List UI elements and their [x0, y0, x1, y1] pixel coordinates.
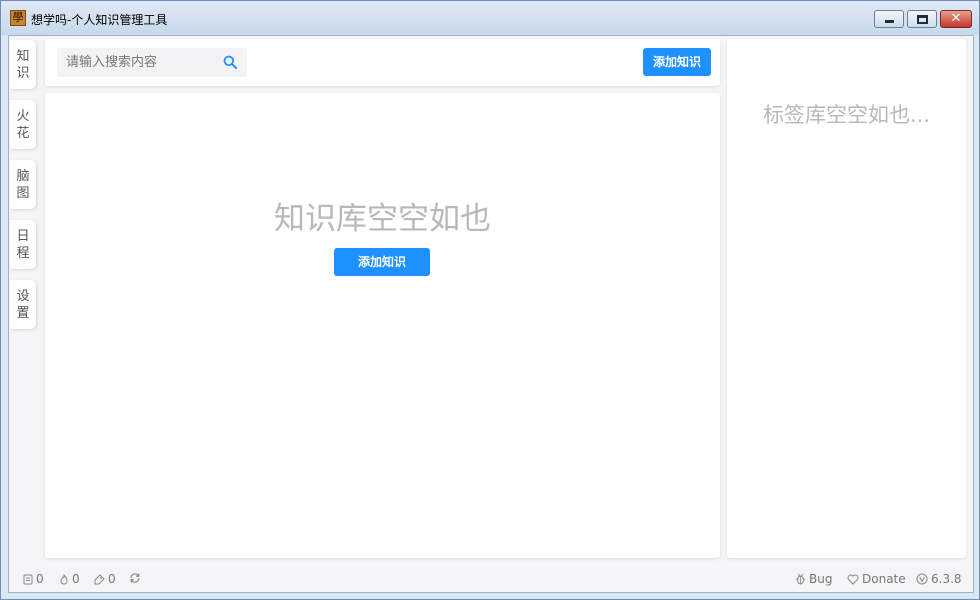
- notes-icon: [23, 574, 33, 584]
- toolbar: 添加知识: [45, 39, 720, 86]
- sync-button[interactable]: [129, 572, 144, 584]
- status-bar: 0 0 0 Bug Donate 6.3.8: [9, 568, 973, 592]
- version-label: 6.3.8: [931, 572, 962, 586]
- tab-schedule[interactable]: 日 程: [10, 220, 36, 269]
- tab-settings-label-2: 置: [16, 305, 30, 321]
- search-input[interactable]: [57, 48, 217, 77]
- search-box: [57, 48, 247, 77]
- close-icon: ✕: [950, 11, 962, 26]
- tags-count: 0: [108, 572, 116, 586]
- title-bar[interactable]: 學 想学吗-个人知识管理工具 ✕: [1, 1, 979, 35]
- version-info[interactable]: 6.3.8: [916, 572, 962, 586]
- tab-knowledge[interactable]: 知 识: [10, 40, 36, 89]
- minimize-icon: [885, 20, 894, 23]
- tag-icon: [94, 573, 105, 584]
- spark-icon: [60, 573, 68, 584]
- tab-sparks-label-2: 花: [16, 125, 30, 141]
- app-window: 學 想学吗-个人知识管理工具 ✕ 知 识 火 花 脑 图 日 程 设 置 请输入…: [0, 0, 980, 600]
- tab-settings[interactable]: 设 置: [10, 280, 36, 329]
- tag-empty-text: 标签库空空如也...: [762, 103, 931, 127]
- bug-report-link[interactable]: Bug: [795, 572, 832, 586]
- client-area: 知 识 火 花 脑 图 日 程 设 置 添: [8, 35, 974, 593]
- sparks-count: 0: [72, 572, 80, 586]
- maximize-button[interactable]: [907, 10, 937, 28]
- search-icon[interactable]: [223, 55, 237, 69]
- tab-sparks-label-1: 火: [16, 108, 30, 124]
- sparks-count-stat: 0: [59, 572, 80, 586]
- tab-knowledge-label-2: 识: [16, 65, 30, 81]
- notes-count: 0: [36, 572, 44, 586]
- add-knowledge-button[interactable]: 添加知识: [334, 248, 430, 276]
- tab-schedule-label-1: 日: [16, 228, 30, 244]
- empty-state-text: 知识库空空如也: [274, 201, 491, 237]
- bug-icon: [795, 573, 806, 585]
- minimize-button[interactable]: [874, 10, 904, 28]
- notes-count-stat: 0: [23, 572, 44, 586]
- window-title: 想学吗-个人知识管理工具: [31, 13, 168, 27]
- maximize-icon: [917, 15, 928, 24]
- tags-count-stat: 0: [94, 572, 116, 586]
- tab-knowledge-label-1: 知: [16, 48, 30, 64]
- knowledge-list-panel: 知识库空空如也 添加知识: [45, 93, 720, 558]
- bug-label: Bug: [809, 572, 833, 586]
- version-icon: [916, 573, 928, 585]
- tab-sparks[interactable]: 火 花: [10, 100, 36, 149]
- donate-label: Donate: [862, 572, 906, 586]
- tab-mindmap[interactable]: 脑 图: [10, 160, 36, 209]
- donate-link[interactable]: Donate: [847, 572, 906, 586]
- close-button[interactable]: ✕: [940, 10, 972, 28]
- sync-icon: [130, 573, 140, 583]
- add-knowledge-button-top[interactable]: 添加知识: [643, 48, 711, 76]
- tab-mindmap-label-2: 图: [16, 185, 30, 201]
- tab-mindmap-label-1: 脑: [16, 168, 30, 184]
- app-logo-icon: 學: [10, 10, 26, 26]
- heart-icon: [847, 574, 859, 585]
- tag-panel: 标签库空空如也...: [727, 39, 966, 558]
- tab-settings-label-1: 设: [16, 288, 30, 304]
- tab-schedule-label-2: 程: [16, 245, 30, 261]
